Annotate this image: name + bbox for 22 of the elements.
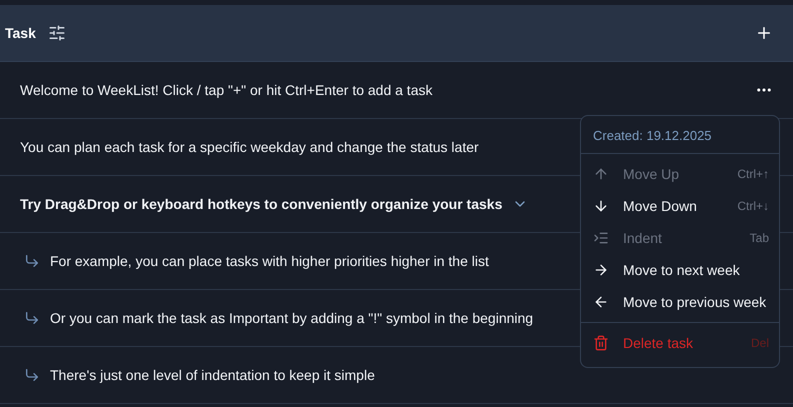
- menu-item[interactable]: Move to next week: [581, 254, 779, 286]
- subtask-arrow-icon: [24, 253, 40, 269]
- add-icon[interactable]: [755, 24, 773, 42]
- created-date: Created: 19.12.2025: [581, 116, 779, 154]
- task-text: Or you can mark the task as Important by adding a "!" symbol in the beginning: [50, 310, 534, 326]
- shortcut-text: Ctrl+↓: [737, 199, 769, 213]
- task-text: Try Drag&Drop or keyboard hotkeys to conveniently organize your tasks: [20, 196, 502, 212]
- task-text: For example, you can place tasks with higher priorities higher in the list: [50, 253, 489, 269]
- task-text: You can plan each task for a specific weekday and change the status later: [20, 139, 479, 155]
- task-text: Welcome to WeekList! Click / tap "+" or hit Ctrl+Enter to add a task: [20, 82, 432, 98]
- filter-icon[interactable]: [48, 24, 66, 42]
- indent-icon: [593, 230, 609, 246]
- menu-item[interactable]: Move Down Ctrl+↓: [581, 190, 779, 222]
- shortcut-text: Del: [750, 336, 769, 350]
- task-text: There's just one level of indentation to keep it simple: [50, 367, 375, 383]
- arrow-up-icon: [593, 166, 609, 182]
- header-title: Task: [5, 25, 36, 41]
- shortcut-text: Tab: [750, 231, 769, 245]
- trash-icon: [593, 335, 609, 351]
- subtask-arrow-icon: [24, 310, 40, 326]
- arrow-down-icon: [593, 198, 609, 214]
- subtask-arrow-icon: [24, 367, 40, 383]
